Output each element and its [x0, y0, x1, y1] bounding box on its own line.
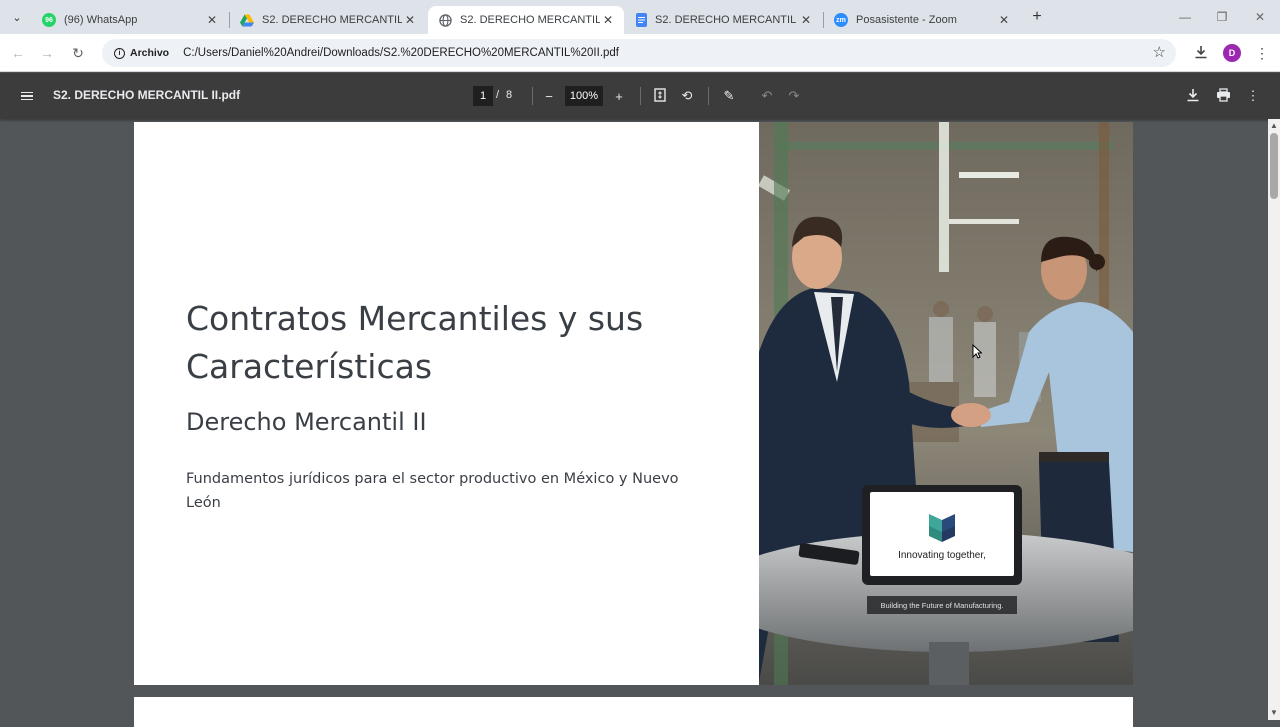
- zoom-icon: zm: [834, 13, 848, 27]
- avatar: D: [1223, 44, 1241, 62]
- undo-button[interactable]: ↶: [756, 85, 778, 107]
- downloads-button[interactable]: [1190, 42, 1212, 64]
- google-docs-icon: [636, 13, 647, 27]
- close-icon[interactable]: ✕: [798, 12, 814, 28]
- page-total: 8: [506, 89, 513, 101]
- image-caption: Innovating together,: [898, 550, 986, 561]
- download-icon: [1194, 45, 1208, 62]
- fit-page-button[interactable]: [649, 85, 671, 107]
- tab-title: S2. DERECHO MERCANTIL II.pdf: [262, 14, 402, 26]
- rotate-icon: ⟲: [681, 88, 693, 103]
- tab-title: S2. DERECHO MERCANTIL II.pdf: [460, 14, 600, 26]
- globe-icon: [438, 13, 452, 27]
- plus-icon: +: [615, 88, 623, 104]
- tab-whatsapp[interactable]: 96 (96) WhatsApp ✕: [32, 6, 228, 34]
- tab-local-pdf[interactable]: S2. DERECHO MERCANTIL II.pdf ✕: [428, 6, 624, 34]
- slide-description: Fundamentos jurídicos para el sector pro…: [186, 471, 679, 511]
- slide-subtitle: Derecho Mercantil II: [186, 408, 427, 436]
- minus-icon: −: [545, 88, 553, 104]
- site-info-label: Archivo: [130, 47, 170, 59]
- image-tagline: Building the Future of Manufacturing.: [881, 601, 1004, 610]
- page-separator: /: [496, 89, 500, 101]
- restore-icon: ❐: [1216, 10, 1228, 24]
- reload-icon: ↻: [72, 44, 84, 61]
- close-icon[interactable]: ✕: [402, 12, 418, 28]
- scroll-down-icon[interactable]: ▼: [1270, 708, 1278, 717]
- scroll-up-icon[interactable]: ▲: [1270, 121, 1278, 130]
- minimize-button[interactable]: —: [1166, 6, 1204, 28]
- download-icon: [1186, 88, 1200, 105]
- back-button[interactable]: ←: [7, 42, 29, 64]
- zoom-in-button[interactable]: +: [608, 85, 630, 107]
- redo-button[interactable]: ↷: [783, 85, 805, 107]
- hamburger-icon: [21, 90, 33, 103]
- kebab-menu-icon: ⋮: [1246, 88, 1260, 103]
- browser-menu-button[interactable]: ⋮: [1251, 42, 1273, 64]
- pdf-toolbar: S2. DERECHO MERCANTIL II.pdf 1 / 8 − 100…: [0, 73, 1280, 119]
- plus-icon: +: [1032, 8, 1042, 25]
- restore-button[interactable]: ❐: [1203, 6, 1241, 28]
- tab-search-button[interactable]: ⌄: [6, 7, 28, 27]
- fit-page-icon: [654, 87, 666, 105]
- mouse-cursor-icon: [972, 344, 982, 359]
- pdf-page-next: [134, 697, 1133, 727]
- close-icon: ✕: [1254, 10, 1266, 24]
- tab-zoom[interactable]: zm Posasistente - Zoom ✕: [824, 6, 1020, 34]
- toolbar-divider: [640, 87, 641, 105]
- forward-button[interactable]: →: [36, 42, 58, 64]
- close-window-button[interactable]: ✕: [1241, 6, 1279, 28]
- new-tab-button[interactable]: +: [1027, 7, 1047, 27]
- document-title: S2. DERECHO MERCANTIL II.pdf: [53, 88, 241, 102]
- tab-title: S2. DERECHO MERCANTIL II.docx: [655, 14, 798, 26]
- bookmark-star-icon[interactable]: ☆: [1153, 43, 1166, 61]
- google-drive-icon: [240, 13, 254, 27]
- kebab-menu-icon: ⋮: [1255, 44, 1269, 61]
- redo-icon: ↷: [788, 88, 800, 103]
- pen-icon: ✎: [723, 88, 735, 103]
- tab-docs[interactable]: S2. DERECHO MERCANTIL II.docx ✕: [626, 6, 822, 34]
- undo-icon: ↶: [761, 88, 773, 103]
- minimize-icon: —: [1179, 10, 1191, 24]
- print-button[interactable]: [1212, 85, 1234, 107]
- browser-toolbar: ← → ↻ i Archivo C:/Users/Daniel%20Andrei…: [0, 34, 1280, 72]
- annotate-button[interactable]: ✎: [718, 85, 740, 107]
- sidebar-menu-button[interactable]: [16, 85, 38, 107]
- print-icon: [1216, 87, 1231, 105]
- scrollbar-track[interactable]: [1268, 119, 1280, 720]
- arrow-left-icon: ←: [11, 45, 25, 61]
- close-icon[interactable]: ✕: [204, 12, 220, 28]
- zoom-out-button[interactable]: −: [538, 85, 560, 107]
- omnibox[interactable]: i Archivo C:/Users/Daniel%20Andrei/Downl…: [102, 39, 1176, 67]
- tab-strip: ⌄ 96 (96) WhatsApp ✕ S2. DERECHO MERCANT…: [0, 0, 1280, 34]
- profile-button[interactable]: D: [1221, 42, 1243, 64]
- rotate-button[interactable]: ⟲: [676, 85, 698, 107]
- page-number-input[interactable]: 1: [473, 86, 493, 106]
- tab-title: (96) WhatsApp: [64, 14, 138, 26]
- pdf-page: Contratos Mercantiles y sus Característi…: [134, 122, 1133, 685]
- reload-button[interactable]: ↻: [67, 42, 89, 64]
- tab-title: Posasistente - Zoom: [856, 14, 957, 26]
- site-info-chip[interactable]: i Archivo: [108, 43, 175, 63]
- whatsapp-icon: 96: [42, 13, 56, 27]
- scrollbar-thumb[interactable]: [1270, 133, 1278, 199]
- chevron-down-icon: ⌄: [12, 11, 22, 24]
- url-text[interactable]: C:/Users/Daniel%20Andrei/Downloads/S2.%2…: [183, 47, 619, 59]
- close-icon[interactable]: ✕: [600, 12, 616, 28]
- arrow-right-icon: →: [40, 45, 54, 61]
- close-icon[interactable]: ✕: [996, 12, 1012, 28]
- pdf-more-button[interactable]: ⋮: [1242, 85, 1264, 107]
- toolbar-divider: [532, 87, 533, 105]
- zoom-level-input[interactable]: 100%: [565, 86, 603, 106]
- tab-drive-pdf[interactable]: S2. DERECHO MERCANTIL II.pdf ✕: [230, 6, 426, 34]
- info-icon: i: [114, 47, 125, 59]
- slide-title: Contratos Mercantiles y sus Característi…: [186, 299, 644, 386]
- toolbar-divider: [708, 87, 709, 105]
- pdf-download-button[interactable]: [1182, 85, 1204, 107]
- handshake-photo: Innovating together, Building the Future…: [759, 122, 1133, 685]
